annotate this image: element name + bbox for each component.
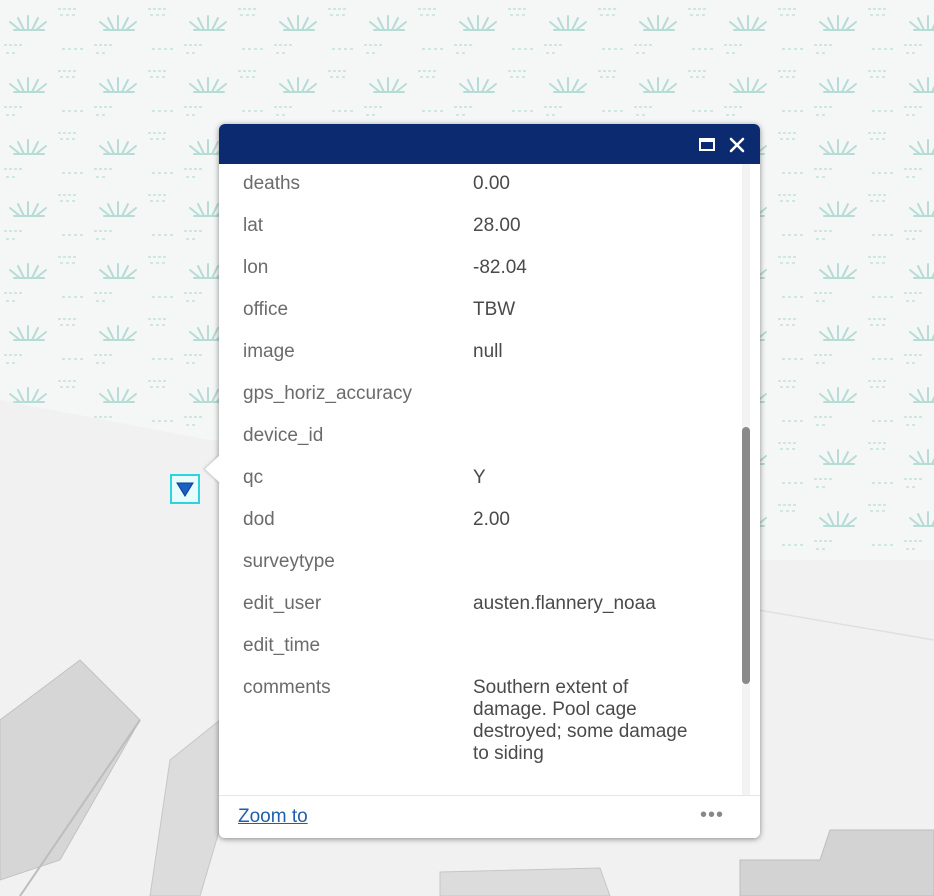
attribute-key: device_id xyxy=(243,425,324,446)
attribute-value: austen.flannery_noaa xyxy=(473,593,656,614)
attribute-row: edit_time xyxy=(219,626,746,668)
attribute-key: dod xyxy=(243,509,275,530)
attribute-key: comments xyxy=(243,677,331,698)
attribute-value: Y xyxy=(473,467,486,488)
popup-footer: Zoom to ••• xyxy=(219,795,760,838)
zoom-to-link[interactable]: Zoom to xyxy=(238,806,308,828)
attribute-row: device_id xyxy=(219,416,746,458)
selected-feature-marker[interactable] xyxy=(170,474,200,504)
close-button[interactable] xyxy=(724,132,750,158)
attribute-key: lon xyxy=(243,257,269,278)
attribute-key: edit_user xyxy=(243,593,322,614)
building-shape xyxy=(439,867,611,896)
popup-attribute-table[interactable]: deaths 0.00 lat 28.00 lon -82.04 office TBW … xyxy=(219,164,746,796)
feature-popup: deaths 0.00 lat 28.00 lon -82.04 office TBW … xyxy=(205,124,760,838)
attribute-value: Southern extent of damage. Pool cage des… xyxy=(473,677,688,764)
triangle-down-icon xyxy=(176,482,194,497)
popup-titlebar xyxy=(219,124,760,164)
maximize-icon xyxy=(699,138,715,151)
attribute-key: office xyxy=(243,299,289,320)
attribute-row: deaths 0.00 xyxy=(219,164,746,206)
close-icon xyxy=(729,137,745,153)
attribute-value: -82.04 xyxy=(473,257,527,278)
attribute-row: office TBW xyxy=(219,290,746,332)
attribute-value: TBW xyxy=(473,299,516,320)
attribute-key: edit_time xyxy=(243,635,321,656)
attribute-value: null xyxy=(473,341,503,362)
maximize-button[interactable] xyxy=(694,132,720,158)
popup-pointer xyxy=(205,455,220,483)
attribute-key: image xyxy=(243,341,295,362)
attribute-key: deaths xyxy=(243,173,301,194)
attribute-value: 28.00 xyxy=(473,215,521,236)
attribute-key: gps_horiz_accuracy xyxy=(243,383,412,404)
attribute-value: 0.00 xyxy=(473,173,510,194)
scrollbar-thumb[interactable] xyxy=(742,427,750,684)
attribute-key: qc xyxy=(243,467,264,488)
attribute-value: 2.00 xyxy=(473,509,510,530)
attribute-row: comments Southern extent of damage. Pool … xyxy=(219,668,746,765)
more-actions-button[interactable]: ••• xyxy=(700,804,724,827)
attribute-row: lon -82.04 xyxy=(219,248,746,290)
attribute-key: surveytype xyxy=(243,551,335,572)
attribute-row: qc Y xyxy=(219,458,746,500)
attribute-row: edit_user austen.flannery_noaa xyxy=(219,584,746,626)
attribute-row: surveytype xyxy=(219,542,746,584)
attribute-row: image null xyxy=(219,332,746,374)
attribute-row: lat 28.00 xyxy=(219,206,746,248)
attribute-row: gps_horiz_accuracy xyxy=(219,374,746,416)
attribute-row: dod 2.00 xyxy=(219,500,746,542)
attribute-key: lat xyxy=(243,215,264,236)
